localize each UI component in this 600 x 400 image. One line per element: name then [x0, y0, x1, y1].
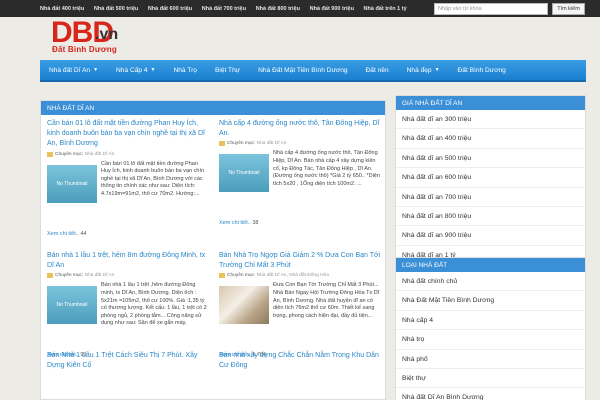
read-more-link[interactable]: Xem chi tiết.. — [47, 231, 79, 237]
price-link[interactable]: Nhà đất dĩ an 400 triệu — [396, 129, 585, 149]
post-card: Cần bán 01 lô đất mặt tiền đường Phan Hu… — [47, 119, 209, 237]
post-thumbnail[interactable]: No Thumbnail — [219, 154, 269, 193]
widget-heading: GIÁ NHÀ ĐẤT DĨ AN — [396, 96, 585, 110]
nav-item-dat-binh-duong[interactable]: Đất Bình Dương — [449, 59, 515, 81]
type-link[interactable]: Nhà trọ — [396, 330, 585, 350]
price-link[interactable]: Nhà đất dĩ an 700 triệu — [396, 188, 585, 207]
post-category: Chuyên mục: Nhà đất Dĩ An — [47, 273, 209, 279]
price-link[interactable]: Nhà đất dĩ an 600 triệu — [396, 168, 585, 188]
logo-tld: .vn — [95, 26, 119, 43]
price-link[interactable]: Nhà đất dĩ an 500 triệu — [396, 149, 585, 169]
top-link-over-1-ty[interactable]: Nhà đất trên 1 tỷ — [364, 6, 407, 12]
nav-item-dat-nen[interactable]: Đất nền — [357, 59, 398, 81]
post-meta: Xem chi tiết.. 38 — [219, 220, 381, 226]
type-link[interactable]: Nhà đất chính chủ — [396, 272, 585, 292]
price-link[interactable]: Nhà đất dĩ an 900 triệu — [396, 226, 585, 246]
post-excerpt: Bán nhà 1 lầu 1 trệt ,hẻm đường Đông min… — [101, 282, 207, 327]
nav-item-nha-dat-di-an[interactable]: Nhà đất Dĩ An ▼ — [40, 59, 107, 81]
type-link[interactable]: Nhà Đất Mặt Tiền Bình Dương — [396, 291, 585, 311]
post-title[interactable]: Cần bán 01 lô đất mặt tiền đường Phan Hu… — [47, 119, 209, 150]
site-logo[interactable]: DBD .vn Đất Bình Dương — [51, 16, 136, 56]
widget-type: LOẠI NHÀ ĐẤT Nhà đất chính chủ Nhà Đất M… — [395, 257, 586, 400]
post-category: Chuyên mục: Nhà đất Dĩ An — [47, 151, 209, 157]
post-meta: Xem chi tiết.. 44 — [47, 231, 209, 237]
nav-item-biet-thu[interactable]: Biệt Thự — [206, 59, 249, 81]
price-link[interactable]: Nhà đất dĩ an 300 triệu — [396, 110, 585, 130]
post-title[interactable]: Bán Nhà 1 Lầu 1 Trệt Cách Siêu Thị 7 Phú… — [47, 351, 209, 371]
type-link[interactable]: Biệt thự — [396, 369, 585, 389]
post-photo[interactable] — [219, 286, 269, 325]
widget-heading: LOẠI NHÀ ĐẤT — [396, 258, 585, 272]
section-heading: NHÀ ĐẤT DĨ AN — [41, 101, 385, 115]
main-nav: Nhà đất Dĩ An ▼ Nhà Cấp 4 ▼ Nhà Trọ Biệt T… — [40, 60, 586, 82]
top-link-500[interactable]: Nhà đất 500 triệu — [94, 6, 138, 12]
post-card: Bán nhà 1 lầu 1 trệt, hẻm 8m đường Đông … — [47, 251, 209, 358]
post-card: Bán nhà xây dựng Chắc Chắn Nằm Trong Khu… — [219, 351, 381, 371]
view-count: 44 — [80, 230, 87, 237]
post-thumbnail[interactable]: No Thumbnail — [47, 164, 97, 203]
post-card: Bán Nhà 1 Lầu 1 Trệt Cách Siêu Thị 7 Phú… — [47, 351, 209, 371]
read-more-link[interactable]: Xem chi tiết.. — [219, 220, 251, 226]
nav-item-mat-tien[interactable]: Nhà Đất Mặt Tiền Bình Dương — [249, 59, 356, 81]
post-title[interactable]: Bán Nhà Trọ Ngợp Giá Giảm 2 % Dưa Con Bạ… — [219, 251, 381, 271]
post-title[interactable]: Bán nhà xây dựng Chắc Chắn Nằm Trong Khu… — [219, 351, 381, 371]
post-card: Bán Nhà Trọ Ngợp Giá Giảm 2 % Dưa Con Bạ… — [219, 251, 381, 358]
chevron-down-icon: ▼ — [93, 67, 99, 73]
post-title[interactable]: Nhà cấp 4 đường ống nước thô, Tân Đông H… — [219, 119, 381, 139]
main-content: NHÀ ĐẤT DĨ AN Cần bán 01 lô đất mặt tiền… — [40, 100, 386, 400]
folder-icon — [47, 273, 53, 279]
folder-icon — [47, 151, 53, 157]
widget-price: GIÁ NHÀ ĐẤT DĨ AN Nhà đất dĩ an 300 triệ… — [395, 95, 586, 267]
chevron-down-icon: ▼ — [434, 67, 440, 73]
post-excerpt: Đưa Con Bạn Tới Trường Chỉ Mất 3 Phút...… — [273, 282, 380, 319]
price-link[interactable]: Nhà đất dĩ an 800 triệu — [396, 207, 585, 227]
view-count: 38 — [252, 220, 259, 227]
post-thumbnail[interactable]: No Thumbnail — [47, 286, 97, 325]
type-link[interactable]: Nhà cấp 4 — [396, 311, 585, 331]
price-links: Nhà đất 400 triệu Nhà đất 500 triệu Nhà … — [40, 0, 416, 17]
post-excerpt: Nhà cấp 4 đường ống nước thô, Tân Đông H… — [273, 150, 380, 187]
top-link-400[interactable]: Nhà đất 400 triệu — [40, 6, 84, 12]
post-title[interactable]: Bán nhà 1 lầu 1 trệt, hẻm 8m đường Đông … — [47, 251, 209, 271]
top-link-900[interactable]: Nhà đất 900 triệu — [310, 6, 354, 12]
post-category: Chuyên mục: Nhà đất Dĩ An, Nhà đất Đông … — [219, 273, 381, 279]
nav-item-nha-tro[interactable]: Nhà Trọ — [165, 59, 206, 81]
nav-item-nha-cap-4[interactable]: Nhà Cấp 4 ▼ — [107, 59, 164, 81]
logo-tagline: Đất Bình Dương — [52, 45, 117, 54]
post-excerpt: Cần bán 01 lô đất mặt tiền đường Phan Hu… — [101, 160, 205, 197]
top-link-800[interactable]: Nhà đất 800 triệu — [256, 6, 300, 12]
post-card: Nhà cấp 4 đường ống nước thô, Tân Đông H… — [219, 119, 381, 226]
nav-item-nha-dep[interactable]: Nhà đẹp ▼ — [398, 59, 449, 81]
top-bar: Nhà đất 400 triệu Nhà đất 500 triệu Nhà … — [0, 0, 600, 17]
top-link-700[interactable]: Nhà đất 700 triệu — [202, 6, 246, 12]
type-link[interactable]: Nhà phố — [396, 350, 585, 369]
search-button[interactable]: Tìm kiếm — [552, 3, 585, 15]
type-link[interactable]: Nhà đất Dĩ An Bình Dương — [396, 388, 585, 400]
chevron-down-icon: ▼ — [150, 67, 156, 73]
post-category: Chuyên mục: Nhà đất Dĩ An — [219, 141, 381, 147]
search-input[interactable]: Nhập vào từ khóa — [434, 3, 548, 15]
folder-icon — [219, 141, 225, 147]
folder-icon — [219, 273, 225, 279]
top-link-600[interactable]: Nhà đất 600 triệu — [148, 6, 192, 12]
